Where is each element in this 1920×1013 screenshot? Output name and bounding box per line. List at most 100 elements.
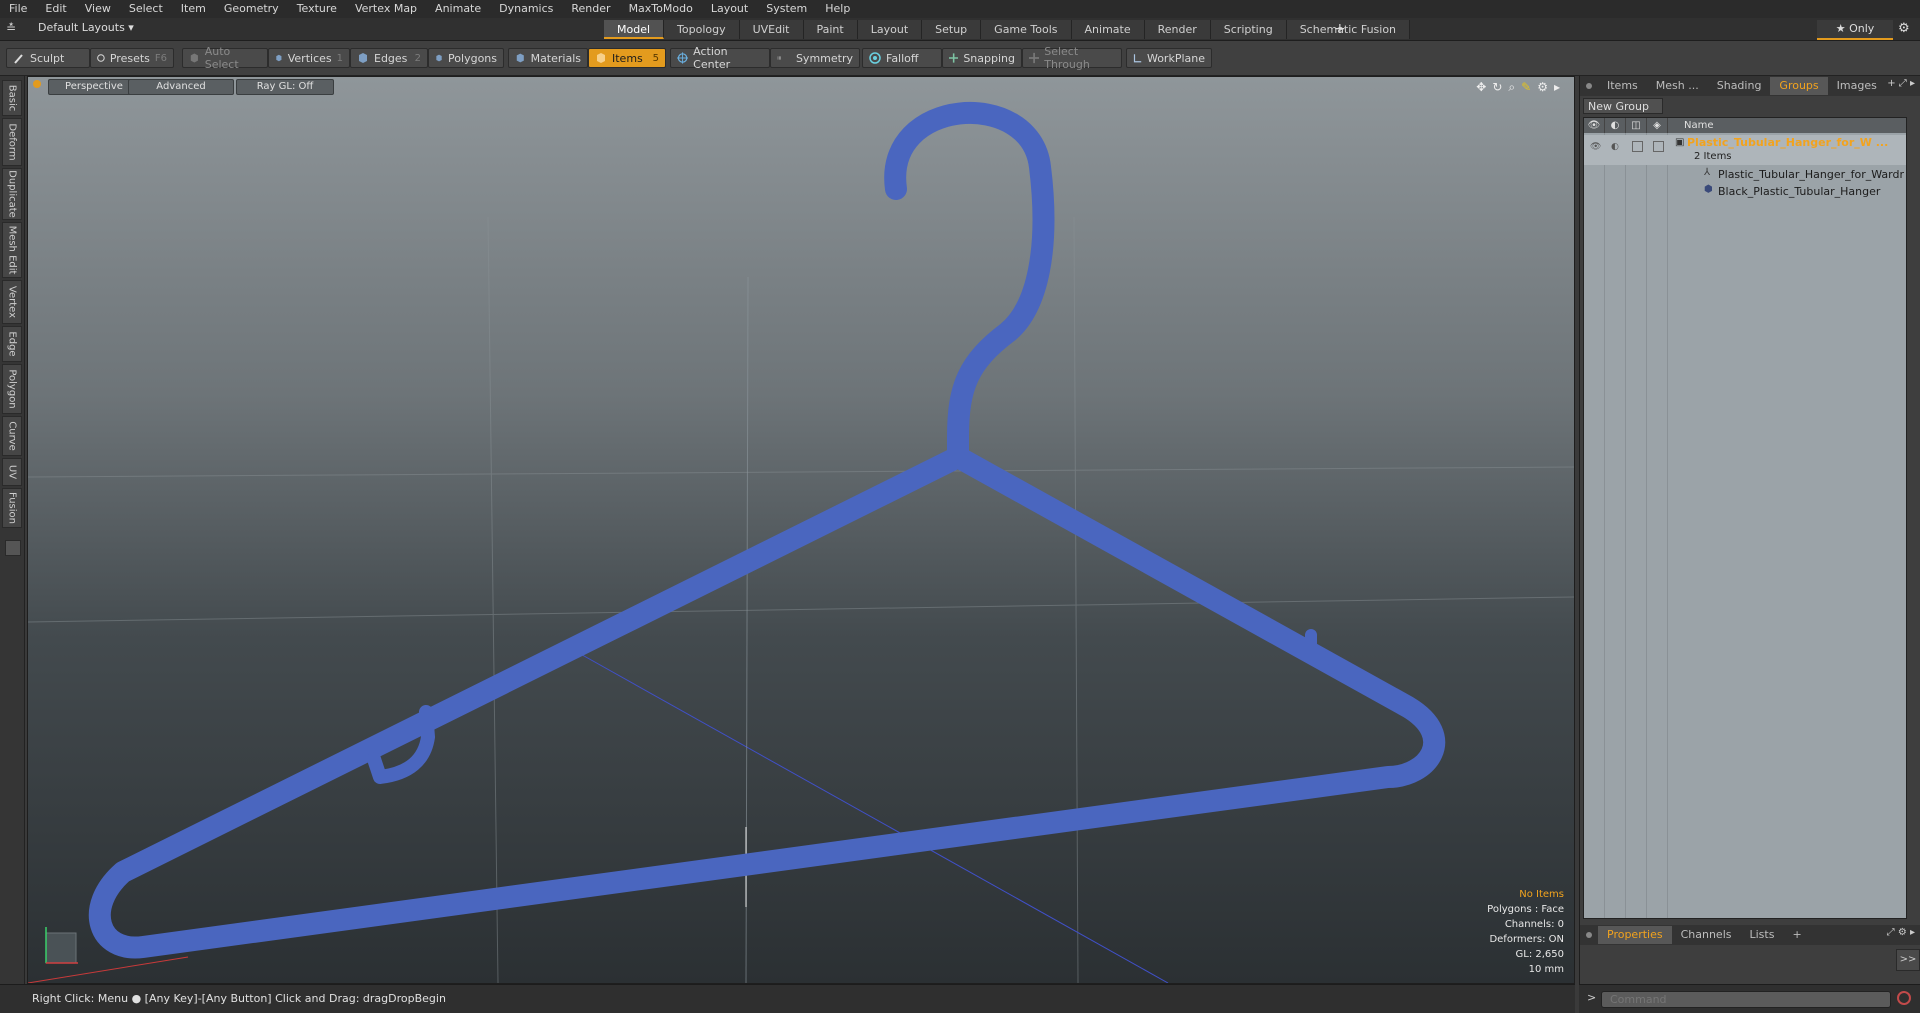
name-column-header[interactable]: Name (1684, 120, 1714, 131)
bottom-panel-controls[interactable]: ⤢ ⚙ ▸ (1887, 927, 1915, 938)
tab-model[interactable]: Model (604, 20, 665, 39)
left-tab-polygon[interactable]: Polygon (2, 364, 22, 414)
panel-tab-images[interactable]: Images (1828, 77, 1886, 95)
command-input[interactable] (1601, 991, 1891, 1008)
bottom-tab-properties[interactable]: Properties (1598, 926, 1672, 944)
menu-help[interactable]: Help (816, 0, 859, 18)
left-tab-deform[interactable]: Deform (2, 118, 22, 166)
snapping-button[interactable]: Snapping (942, 48, 1022, 68)
command-history-arrow[interactable]: > (1587, 991, 1596, 1004)
visibility-col-icon[interactable]: 👁 (1584, 118, 1605, 133)
visibility-eye-icon[interactable]: 👁 (1590, 142, 1601, 152)
only-toggle[interactable]: ★ Only (1817, 20, 1893, 40)
new-group-button[interactable]: New Group (1583, 98, 1663, 114)
tree-row-child[interactable]: ⅄ Plastic_Tubular_Hanger_for_Wardr... (1584, 167, 1906, 183)
properties-tabs: Properties Channels Lists + (1580, 925, 1920, 945)
render-col-icon[interactable]: ◐ (1605, 118, 1626, 133)
panel-tab-groups[interactable]: Groups (1770, 77, 1828, 95)
scale-info: 10 mm (1528, 964, 1564, 975)
tab-scripting[interactable]: Scripting (1210, 20, 1287, 39)
tab-setup[interactable]: Setup (922, 20, 982, 39)
panel-tab-items[interactable]: Items (1598, 77, 1647, 95)
hanger-body (88, 446, 1446, 959)
left-tab-uv[interactable]: UV (2, 458, 22, 486)
panel-menu-icon[interactable] (1586, 932, 1592, 938)
command-bar: > (1579, 984, 1920, 1013)
workplane-button[interactable]: WorkPlane (1126, 48, 1212, 68)
left-tab-fusion[interactable]: Fusion (2, 488, 22, 528)
menu-maxtomodo[interactable]: MaxToModo (620, 0, 702, 18)
left-tab-label: Deform (6, 123, 18, 161)
action-center-button[interactable]: Action Center (670, 45, 770, 71)
tab-game-tools[interactable]: Game Tools (981, 20, 1072, 39)
menu-file[interactable]: File (0, 0, 36, 18)
menu-dynamics[interactable]: Dynamics (490, 0, 562, 18)
polygons-button[interactable]: Polygons (428, 48, 504, 68)
menu-texture[interactable]: Texture (288, 0, 346, 18)
lock-checkbox[interactable] (1632, 141, 1643, 152)
select-col-icon[interactable]: ◈ (1647, 118, 1668, 133)
panel-expand-icon[interactable]: + ⤢ ▸ (1887, 78, 1915, 89)
panel-menu-icon[interactable] (1586, 83, 1592, 89)
presets-button[interactable]: Presets F6 (90, 48, 174, 68)
workplane-icon (1133, 54, 1142, 63)
symmetry-button[interactable]: Symmetry (770, 48, 860, 68)
edges-button[interactable]: Edges 2 (350, 48, 428, 68)
menu-render[interactable]: Render (562, 0, 619, 18)
gear-icon[interactable]: ⚙ (1898, 20, 1910, 38)
materials-button[interactable]: Materials (508, 48, 588, 68)
3d-viewport[interactable]: Perspective Advanced Ray GL: Off ✥ ↻ ⌕ ✎… (27, 76, 1575, 984)
menu-animate[interactable]: Animate (426, 0, 490, 18)
lock-col-icon[interactable]: ◫ (1626, 118, 1647, 133)
select-checkbox[interactable] (1653, 141, 1664, 152)
left-tab-mesh-edit[interactable]: Mesh Edit (2, 222, 22, 278)
menu-select[interactable]: Select (120, 0, 172, 18)
tab-layout[interactable]: Layout (857, 20, 923, 39)
record-macro-icon[interactable] (1897, 991, 1911, 1005)
auto-select-button[interactable]: Auto Select (182, 45, 268, 71)
menu-view[interactable]: View (76, 0, 120, 18)
locator-icon: ⅄ (1704, 167, 1711, 178)
menu-system[interactable]: System (757, 0, 816, 18)
render-toggle-icon[interactable]: ◐ (1611, 142, 1619, 152)
left-tab-vertex[interactable]: Vertex (2, 280, 22, 324)
menu-item[interactable]: Item (172, 0, 215, 18)
menu-vertex-map[interactable]: Vertex Map (346, 0, 426, 18)
tab-topology[interactable]: Topology (664, 20, 740, 39)
menu-edit[interactable]: Edit (36, 0, 75, 18)
left-tab-basic[interactable]: Basic (2, 80, 22, 116)
group-name[interactable]: Plastic_Tubular_Hanger_for_W ... (1687, 136, 1902, 149)
layout-dropdown[interactable]: Default Layouts ▾ (38, 21, 134, 34)
tab-render[interactable]: Render (1144, 20, 1211, 39)
left-tab-extra-button[interactable] (5, 540, 21, 556)
tab-uvedit[interactable]: UVEdit (739, 20, 804, 39)
panel-tab-mesh[interactable]: Mesh ... (1647, 77, 1708, 95)
menu-layout[interactable]: Layout (702, 0, 757, 18)
tree-row-group[interactable]: 👁 ◐ ▣ Plastic_Tubular_Hanger_for_W ... 2… (1584, 135, 1906, 165)
child-item-name[interactable]: Black_Plastic_Tubular_Hanger (1718, 185, 1904, 198)
layout-menu-icon[interactable]: ≛ (6, 21, 16, 35)
bottom-tab-channels[interactable]: Channels (1672, 926, 1741, 944)
left-tab-duplicate[interactable]: Duplicate (2, 168, 22, 220)
items-button[interactable]: Items 5 (588, 48, 666, 68)
add-tab-button[interactable]: + (1334, 20, 1346, 38)
left-tab-curve[interactable]: Curve (2, 416, 22, 456)
brush-icon (14, 54, 23, 64)
tab-animate[interactable]: Animate (1071, 20, 1145, 39)
vertices-button[interactable]: Vertices 1 (268, 48, 350, 68)
menu-geometry[interactable]: Geometry (215, 0, 288, 18)
left-tab-label: Vertex (6, 285, 18, 319)
left-tab-edge[interactable]: Edge (2, 326, 22, 362)
falloff-button[interactable]: Falloff (862, 48, 942, 68)
select-through-button[interactable]: Select Through (1022, 45, 1122, 71)
expand-button[interactable]: >> (1896, 949, 1920, 971)
tab-schematic-fusion[interactable]: Schematic Fusion (1286, 20, 1411, 39)
child-item-name[interactable]: Plastic_Tubular_Hanger_for_Wardr... (1718, 168, 1904, 181)
add-bottom-tab-button[interactable]: + (1783, 926, 1810, 944)
groups-tree[interactable]: 👁 ◐ ◫ ◈ Name 👁 ◐ ▣ Plastic_Tubular_Hange… (1583, 117, 1907, 919)
tree-row-child[interactable]: ⬢ Black_Plastic_Tubular_Hanger (1584, 184, 1906, 200)
tab-paint[interactable]: Paint (803, 20, 858, 39)
sculpt-button[interactable]: Sculpt (6, 48, 90, 68)
panel-tab-shading[interactable]: Shading (1708, 77, 1771, 95)
bottom-tab-lists[interactable]: Lists (1741, 926, 1784, 944)
